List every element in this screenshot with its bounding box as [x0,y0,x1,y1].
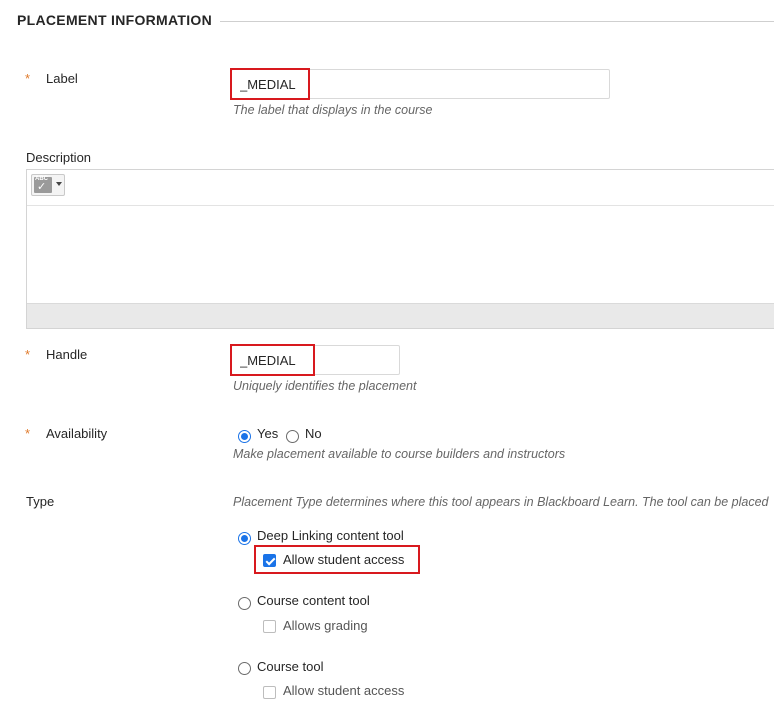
handle-input[interactable] [231,345,400,375]
spellcheck-button[interactable]: ABC ✓ [31,174,65,196]
availability-field-label: Availability [46,426,108,441]
type-course-tool-radio[interactable] [238,662,251,675]
handle-field-label: Handle [46,347,88,362]
handle-required-mark: * [25,347,31,362]
section-title: PLACEMENT INFORMATION [17,12,213,28]
description-editor: ABC ✓ [26,169,774,329]
check-icon: ✓ [37,181,47,193]
availability-required-mark: * [25,426,31,441]
type-description: Placement Type determines where this too… [233,495,769,509]
section-divider [220,21,774,22]
type-field-label: Type [26,494,55,509]
handle-hint: Uniquely identifies the placement [233,379,417,393]
allows-grading-checkbox[interactable] [263,620,276,633]
description-label: Description [26,150,92,165]
availability-hint: Make placement available to course build… [233,447,566,461]
label-hint: The label that displays in the course [233,103,433,117]
deep-linking-allow-student-access-label: Allow student access [283,552,405,567]
course-tool-allow-student-access-label: Allow student access [283,683,405,698]
label-required-mark: * [25,71,31,86]
availability-no-label: No [305,426,322,441]
allows-grading-label: Allows grading [283,618,368,633]
editor-toolbar: ABC ✓ [27,170,774,206]
availability-yes-radio[interactable] [238,430,251,443]
label-field-label: Label [46,71,78,86]
type-deep-linking-label: Deep Linking content tool [257,528,404,543]
editor-status-bar [27,303,774,328]
label-input[interactable] [231,69,610,99]
chevron-down-icon [56,182,62,186]
course-tool-allow-student-access-checkbox[interactable] [263,686,276,699]
description-text-area[interactable] [27,206,774,306]
type-course-tool-label: Course tool [257,659,324,674]
deep-linking-allow-student-access-checkbox[interactable] [263,554,276,567]
type-deep-linking-radio[interactable] [238,532,251,545]
type-course-content-label: Course content tool [257,593,370,608]
availability-yes-label: Yes [257,426,279,441]
type-course-content-radio[interactable] [238,597,251,610]
availability-no-radio[interactable] [286,430,299,443]
